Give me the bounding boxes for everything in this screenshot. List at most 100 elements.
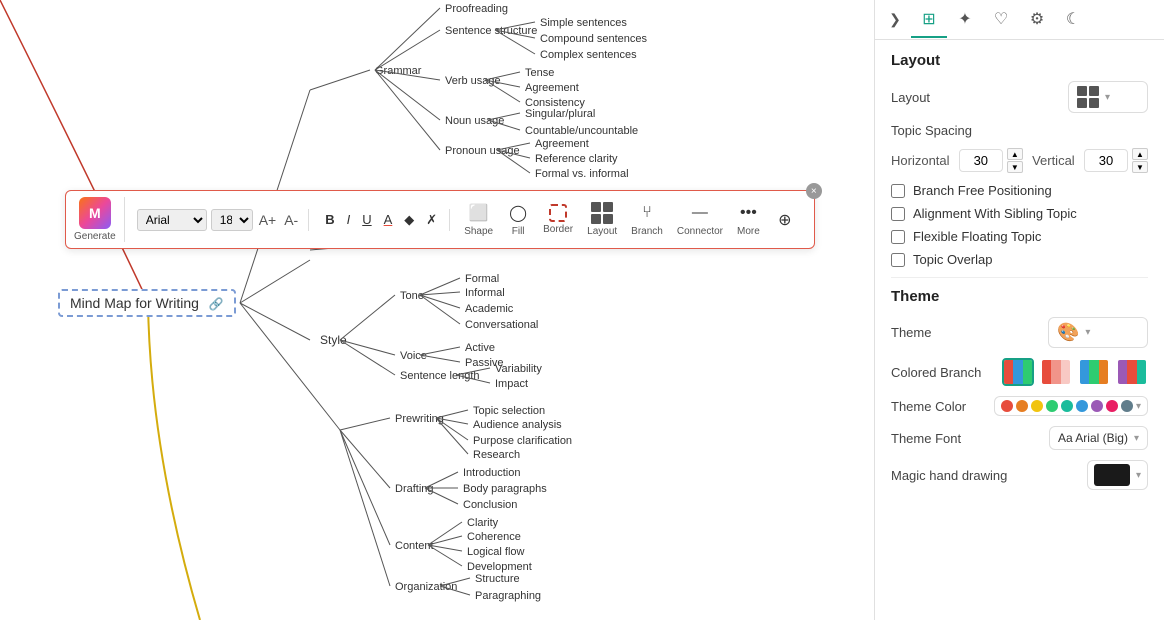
horizontal-input[interactable] (959, 149, 1003, 172)
color-dot-pink (1106, 400, 1118, 412)
right-panel: ❯ ⊞ ✦ ♡ ⚙ ☾ Layout Layout (874, 0, 1164, 620)
settings-tab-icon: ⚙ (1030, 9, 1044, 29)
font-preview-text: Aa Arial (Big) (1058, 431, 1128, 445)
theme-section: Theme Theme 🎨 ▾ Colored Branch (891, 288, 1148, 490)
link-icon: 🔗 (209, 297, 224, 311)
flexible-floating-checkbox[interactable] (891, 230, 905, 244)
highlight-button[interactable]: ◆ (400, 209, 418, 231)
layout-row: Layout ▾ (891, 81, 1148, 113)
close-toolbar-button[interactable]: × (806, 183, 822, 199)
svg-text:Organization: Organization (395, 581, 457, 593)
font-increase-button[interactable]: A+ (257, 212, 279, 228)
tab-moon-button[interactable]: ☾ (1055, 2, 1091, 38)
vertical-input[interactable] (1084, 149, 1128, 172)
shape-tools-section: ⬜ Shape ◯ Fill Border Layout (454, 199, 806, 240)
svg-text:Sentence length: Sentence length (400, 370, 480, 382)
layout-tab-icon: ⊞ (922, 9, 935, 29)
underline-button[interactable]: U (358, 209, 375, 230)
more-button[interactable]: ••• More (731, 199, 766, 240)
font-section: Arial 18 A+ A- (129, 209, 310, 231)
layout-section-title: Layout (891, 52, 1148, 69)
tab-settings-button[interactable]: ⚙ (1019, 2, 1055, 38)
theme-font-label: Theme Font (891, 431, 961, 446)
horizontal-spacing-control: ▲ ▼ (959, 148, 1023, 173)
theme-dropdown[interactable]: 🎨 ▾ (1048, 317, 1148, 348)
colored-branch-row: Colored Branch (891, 358, 1148, 386)
horizontal-arrows: ▲ ▼ (1007, 148, 1023, 173)
vertical-arrows: ▲ ▼ (1132, 148, 1148, 173)
branch-button[interactable]: ⑂ Branch (625, 199, 669, 240)
panel-collapse-button[interactable]: ❯ (879, 4, 911, 36)
svg-text:Audience analysis: Audience analysis (473, 419, 562, 431)
alignment-sibling-checkbox[interactable] (891, 207, 905, 221)
tab-heart-button[interactable]: ♡ (983, 2, 1019, 38)
ai-tab-icon: ✦ (958, 9, 971, 29)
pin-button[interactable]: ⊕ (768, 206, 802, 234)
vertical-spacing-control: ▲ ▼ (1084, 148, 1148, 173)
fill-icon: ◯ (507, 202, 529, 224)
layout-dropdown[interactable]: ▾ (1068, 81, 1148, 113)
generate-button[interactable]: M Generate (74, 197, 116, 242)
svg-text:Singular/plural: Singular/plural (525, 108, 595, 120)
tab-ai-button[interactable]: ✦ (947, 2, 983, 38)
svg-text:Paragraphing: Paragraphing (475, 590, 541, 602)
topic-overlap-checkbox[interactable] (891, 253, 905, 267)
canvas-area: Grammar Proofreading Sentence structure … (0, 0, 874, 620)
svg-text:Noun usage: Noun usage (445, 115, 504, 127)
theme-row: Theme 🎨 ▾ (891, 317, 1148, 348)
magic-drawing-dropdown[interactable]: ▾ (1087, 460, 1148, 490)
shape-button[interactable]: ⬜ Shape (458, 199, 499, 240)
vertical-label: Vertical (1032, 153, 1075, 168)
font-size-select[interactable]: 18 (211, 209, 253, 231)
layout-label: Layout (891, 90, 930, 105)
branch-free-checkbox[interactable] (891, 184, 905, 198)
svg-text:Active: Active (465, 342, 495, 354)
flexible-floating-row: Flexible Floating Topic (891, 229, 1148, 244)
theme-color-dropdown[interactable]: ▾ (994, 396, 1148, 416)
vertical-down-button[interactable]: ▼ (1132, 161, 1148, 173)
magic-drawing-label: Magic hand drawing (891, 468, 1007, 483)
vertical-up-button[interactable]: ▲ (1132, 148, 1148, 160)
theme-color-label: Theme Color (891, 399, 966, 414)
svg-text:Agreement: Agreement (535, 138, 589, 150)
svg-text:Conclusion: Conclusion (463, 499, 517, 511)
format-section: B I U A ◆ ✗ (313, 209, 450, 231)
connector-button[interactable]: — Connector (671, 199, 729, 240)
svg-text:Academic: Academic (465, 303, 514, 315)
color-dot-blue (1076, 400, 1088, 412)
eraser-button[interactable]: ✗ (422, 209, 441, 231)
tab-layout-button[interactable]: ⊞ (911, 2, 947, 38)
layout-icon (591, 202, 613, 224)
svg-text:Clarity: Clarity (467, 517, 499, 529)
theme-dropdown-arrow: ▾ (1085, 327, 1090, 338)
branch-free-row: Branch Free Positioning (891, 183, 1148, 198)
topic-overlap-row: Topic Overlap (891, 252, 1148, 267)
branch-option-3[interactable] (1078, 358, 1110, 386)
branch-icon: ⑂ (636, 202, 658, 224)
italic-button[interactable]: I (343, 209, 355, 230)
theme-font-dropdown[interactable]: Aa Arial (Big) ▾ (1049, 426, 1148, 450)
text-color-button[interactable]: A (380, 209, 397, 230)
horizontal-down-button[interactable]: ▼ (1007, 161, 1023, 173)
font-decrease-button[interactable]: A- (282, 212, 300, 228)
branch-option-4[interactable] (1116, 358, 1148, 386)
fill-button[interactable]: ◯ Fill (501, 199, 535, 240)
svg-text:Countable/uncountable: Countable/uncountable (525, 125, 638, 137)
connector-icon: — (689, 202, 711, 224)
font-name-select[interactable]: Arial (137, 209, 207, 231)
svg-text:Structure: Structure (475, 573, 520, 585)
layout-button[interactable]: Layout (581, 199, 623, 240)
ai-section: M Generate (74, 197, 125, 242)
branch-option-2[interactable] (1040, 358, 1072, 386)
root-node[interactable]: Mind Map for Writing 🔗 (58, 289, 236, 317)
border-button[interactable]: Border (537, 201, 579, 238)
bold-button[interactable]: B (321, 209, 338, 230)
svg-text:Agreement: Agreement (525, 82, 579, 94)
alignment-sibling-row: Alignment With Sibling Topic (891, 206, 1148, 221)
theme-label: Theme (891, 325, 931, 340)
horizontal-up-button[interactable]: ▲ (1007, 148, 1023, 160)
color-dot-yellow (1031, 400, 1043, 412)
colored-branch-options (1002, 358, 1148, 386)
svg-text:Development: Development (467, 561, 532, 573)
branch-option-1[interactable] (1002, 358, 1034, 386)
